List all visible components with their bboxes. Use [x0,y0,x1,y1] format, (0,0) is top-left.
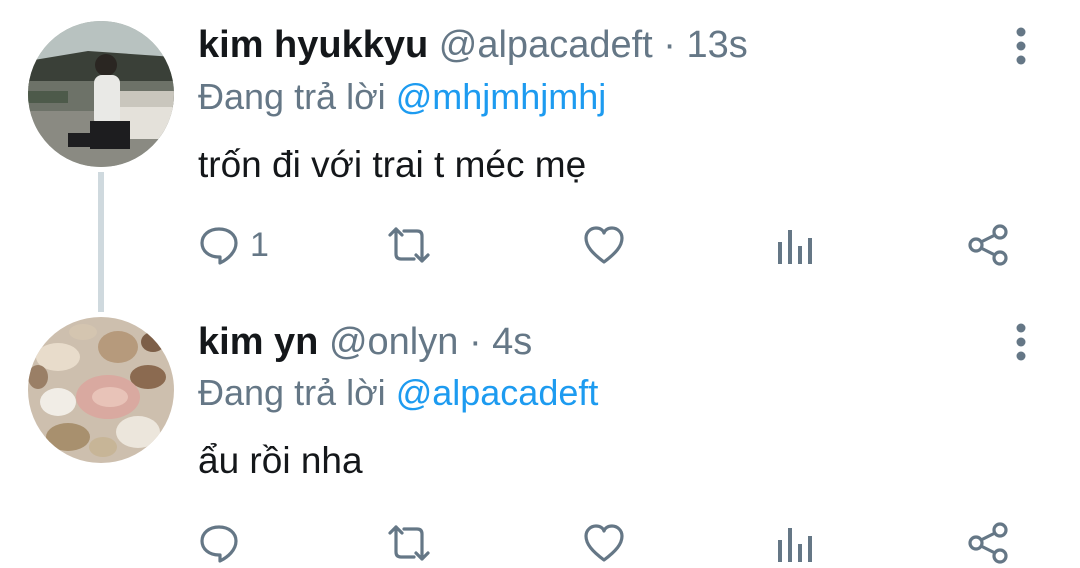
tweet-text: trốn đi với trai t méc mẹ [198,144,587,185]
tweet[interactable]: kim hyukkyu @alpacadeft · 13s Đang trả l… [0,0,1080,312]
author-name[interactable]: kim yn [198,321,318,363]
reply-button[interactable] [198,518,250,568]
separator: · [663,24,676,66]
tweet-text: ẩu rồi nha [198,440,363,481]
retweet-icon [388,227,430,263]
retweet-icon [388,525,430,561]
timestamp[interactable]: 13s [687,24,748,66]
share-icon [968,224,1008,266]
analytics-icon [778,230,812,264]
timestamp[interactable]: 4s [492,321,532,363]
mention-link[interactable]: @mhjmhjmhj [396,76,607,117]
more-options-button[interactable] [1008,24,1034,68]
like-button[interactable] [582,518,626,568]
avatar[interactable] [28,21,174,167]
reply-icon [200,525,238,563]
replying-to: Đang trả lời @alpacadeft [198,370,598,416]
mention-link[interactable]: @alpacadeft [396,372,599,413]
author-handle[interactable]: @alpacadeft [439,24,653,66]
analytics-button[interactable] [776,220,816,270]
share-icon [968,522,1008,564]
analytics-button[interactable] [776,518,816,568]
tweet-header: kim yn @onlyn · 4s [198,319,532,365]
retweet-button[interactable] [384,518,434,568]
retweet-button[interactable] [384,220,434,270]
heart-icon [584,226,624,264]
tweet-actions [198,518,1038,568]
reply-icon [200,227,238,265]
more-vertical-icon [1016,323,1026,361]
analytics-icon [778,528,812,562]
replying-to: Đang trả lời @mhjmhjmhj [198,74,606,120]
more-options-button[interactable] [1008,320,1034,364]
tweet-header: kim hyukkyu @alpacadeft · 13s [198,22,748,68]
avatar[interactable] [28,317,174,463]
tweet[interactable]: kim yn @onlyn · 4s Đang trả lời @alpacad… [0,300,1080,564]
share-button[interactable] [966,220,1010,270]
thread-line [98,172,104,312]
author-handle[interactable]: @onlyn [329,321,458,363]
tweet-actions: 1 [198,220,1038,270]
share-button[interactable] [966,518,1010,568]
separator: · [468,321,482,363]
author-name[interactable]: kim hyukkyu [198,24,428,66]
like-button[interactable] [582,220,626,270]
replying-to-label: Đang trả lời [198,76,386,117]
heart-icon [584,524,624,562]
more-vertical-icon [1016,27,1026,65]
reply-count: 1 [250,225,269,264]
replying-to-label: Đang trả lời [198,372,386,413]
reply-button[interactable]: 1 [198,220,269,270]
